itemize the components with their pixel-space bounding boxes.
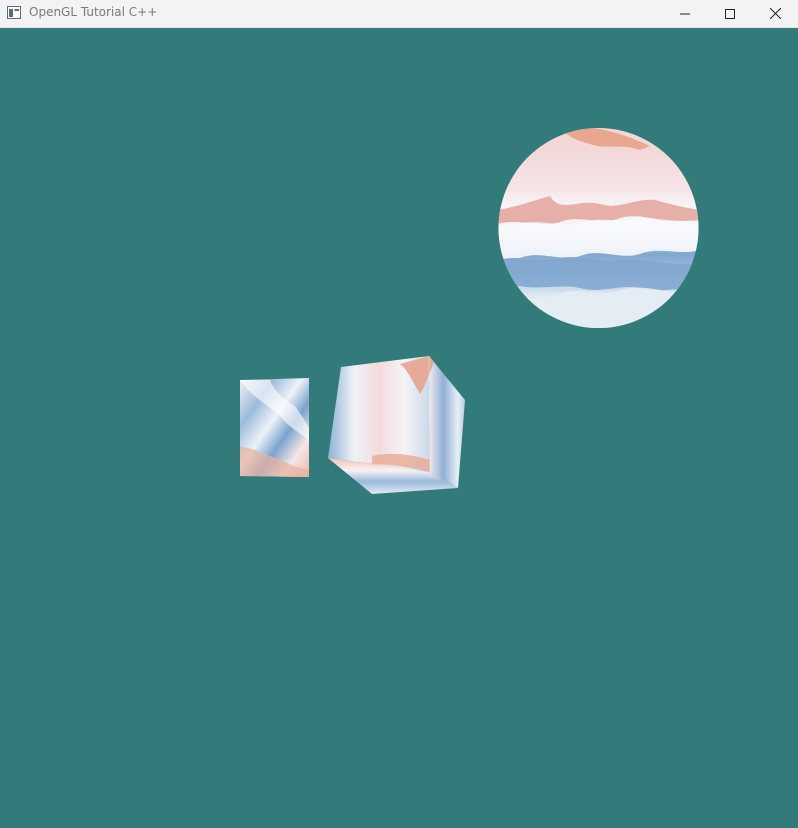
scene-canvas bbox=[240, 128, 699, 494]
textured-sphere bbox=[498, 128, 699, 328]
window-title: OpenGL Tutorial C++ bbox=[29, 5, 158, 19]
close-button[interactable] bbox=[752, 0, 798, 27]
maximize-button[interactable] bbox=[707, 0, 753, 27]
title-bar[interactable]: OpenGL Tutorial C++ bbox=[0, 0, 798, 28]
minimize-button[interactable] bbox=[662, 0, 708, 27]
gl-viewport[interactable] bbox=[0, 28, 798, 828]
minimize-icon bbox=[680, 13, 690, 14]
textured-cube bbox=[328, 355, 465, 494]
window-app-icon bbox=[7, 6, 21, 19]
maximize-icon bbox=[725, 8, 735, 19]
app-window: OpenGL Tutorial C++ bbox=[0, 0, 798, 828]
close-icon bbox=[769, 8, 781, 19]
textured-plane bbox=[240, 378, 309, 477]
